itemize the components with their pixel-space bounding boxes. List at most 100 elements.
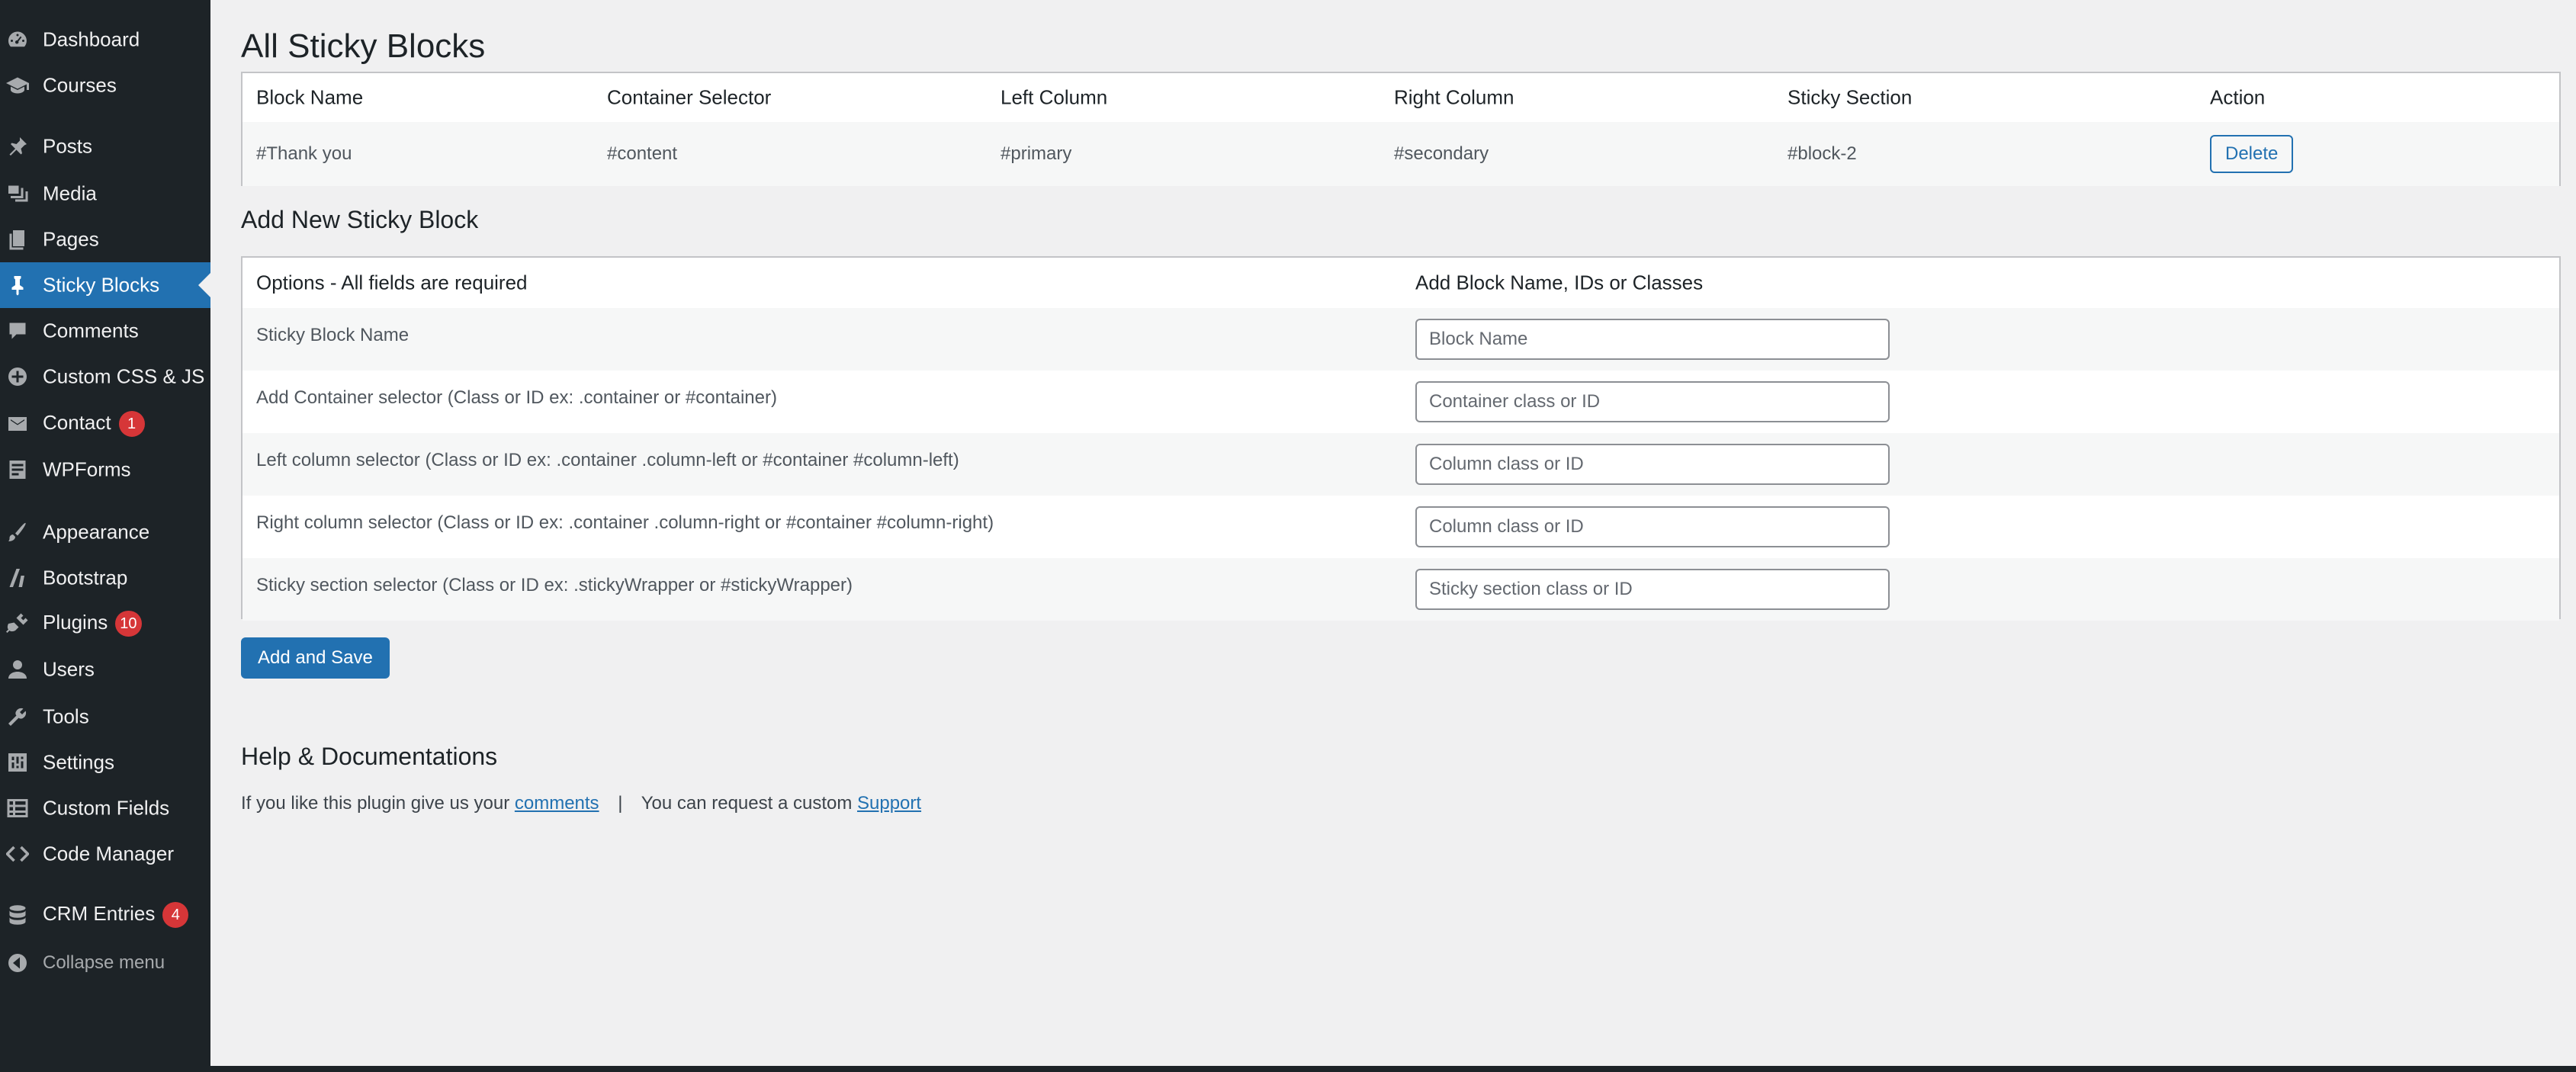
help-text-part2: You can request a custom (641, 793, 853, 814)
sidebar-item-comments[interactable]: Comments (0, 308, 210, 354)
option-row-right-column: Right column selector (Class or ID ex: .… (243, 496, 2559, 558)
sidebar-item-label: Posts (43, 134, 93, 158)
pages-icon (6, 228, 29, 251)
sidebar-item-label: Media (43, 181, 97, 205)
sidebar-item-label: WPForms (43, 457, 131, 481)
sidebar-item-code-manager[interactable]: Code Manager (0, 831, 210, 877)
options-header-right: Add Block Name, IDs or Classes (1415, 271, 1704, 294)
option-row-left-column: Left column selector (Class or ID ex: .c… (243, 433, 2559, 496)
comment-icon (6, 319, 29, 342)
block-name-input[interactable] (1415, 319, 1890, 360)
field-label: Sticky section selector (Class or ID ex:… (256, 575, 853, 595)
sidebar-item-posts[interactable]: Posts (0, 124, 210, 169)
sidebar-item-tools[interactable]: Tools (0, 694, 210, 740)
sidebar-item-users[interactable]: Users (0, 647, 210, 692)
sidebar-item-label: CRM Entries 4 (43, 902, 189, 929)
sidebar-item-label: Users (43, 657, 95, 681)
sidebar-item-label: Collapse menu (43, 952, 165, 973)
options-header: Options - All fields are required Add Bl… (243, 258, 2559, 310)
database-icon (6, 903, 29, 926)
sidebar-item-label: Pages (43, 227, 99, 251)
sidebar-item-media[interactable]: Media (0, 171, 210, 217)
help-text-part1: If you like this plugin give us your (241, 793, 510, 814)
help-heading: Help & Documentations (241, 743, 498, 770)
code-icon (6, 843, 29, 865)
sidebar-item-appearance[interactable]: Appearance (0, 509, 210, 555)
plus-circle-icon (6, 365, 29, 388)
comments-link[interactable]: comments (515, 793, 599, 814)
support-link[interactable]: Support (857, 793, 921, 814)
option-row-sticky-section: Sticky section selector (Class or ID ex:… (243, 558, 2559, 621)
column-header-block-name: Block Name (256, 85, 364, 109)
delete-button[interactable]: Delete (2210, 135, 2294, 173)
sidebar-item-crm-entries[interactable]: CRM Entries 4 (0, 892, 210, 938)
sidebar-item-label: Plugins 10 (43, 611, 142, 637)
sticky-section-input[interactable] (1415, 569, 1890, 610)
add-new-heading: Add New Sticky Block (241, 206, 479, 233)
sidebar-item-sticky-blocks[interactable]: Sticky Blocks (0, 262, 210, 308)
sidebar-item-label: Custom CSS & JS (43, 364, 205, 388)
cell-block-name: #Thank you (256, 143, 352, 164)
sidebar-item-custom-fields[interactable]: Custom Fields (0, 785, 210, 831)
paintbrush-icon (6, 521, 29, 544)
collapse-menu-button[interactable]: Collapse menu (0, 940, 210, 986)
mail-icon (6, 412, 29, 435)
pin-icon (6, 135, 29, 158)
form-icon (6, 458, 29, 481)
table-row: #Thank you #content #primary #secondary … (243, 122, 2559, 186)
sidebar-item-bootstrap[interactable]: Bootstrap (0, 555, 210, 601)
container-selector-input[interactable] (1415, 381, 1890, 422)
cell-right-column: #secondary (1394, 143, 1489, 164)
sidebar-item-settings[interactable]: Settings (0, 740, 210, 785)
collapse-icon (6, 952, 29, 974)
column-header-action: Action (2210, 85, 2266, 109)
table-header: Block Name Container Selector Left Colum… (243, 73, 2559, 124)
settings-icon (6, 751, 29, 774)
page-title: All Sticky Blocks (241, 27, 486, 65)
wrench-icon (6, 705, 29, 728)
pin-icon (6, 274, 29, 297)
sidebar-item-label: Sticky Blocks (43, 273, 160, 297)
sticky-blocks-table: Block Name Container Selector Left Colum… (241, 72, 2561, 186)
sidebar-item-custom-css-js[interactable]: Custom CSS & JS (0, 354, 210, 400)
option-row-block-name: Sticky Block Name (243, 308, 2559, 371)
media-icon (6, 182, 29, 205)
option-row-container: Add Container selector (Class or ID ex: … (243, 371, 2559, 433)
sidebar-item-label: Courses (43, 73, 117, 97)
cell-container-selector: #content (607, 143, 678, 164)
column-header-container-selector: Container Selector (607, 85, 772, 109)
options-header-left: Options - All fields are required (256, 271, 528, 294)
grid-icon (6, 797, 29, 820)
sidebar-item-courses[interactable]: Courses (0, 63, 210, 108)
sidebar-item-label: Contact 1 (43, 411, 145, 438)
options-table: Options - All fields are required Add Bl… (241, 256, 2561, 621)
main-content: All Sticky Blocks Block Name Container S… (210, 0, 2576, 1066)
admin-sidebar: Dashboard Courses Posts Media Pages Stic… (0, 0, 210, 1072)
sidebar-item-wpforms[interactable]: WPForms (0, 447, 210, 493)
column-header-sticky-section: Sticky Section (1787, 85, 1913, 109)
cell-sticky-section: #block-2 (1787, 143, 1857, 164)
right-column-input[interactable] (1415, 506, 1890, 547)
field-label: Right column selector (Class or ID ex: .… (256, 512, 994, 533)
plug-icon (6, 612, 29, 635)
notification-badge: 10 (115, 611, 142, 637)
separator: | (618, 793, 623, 814)
sidebar-item-contact[interactable]: Contact 1 (0, 401, 210, 447)
dashboard-icon (6, 28, 29, 51)
sidebar-item-label: Custom Fields (43, 796, 170, 820)
sidebar-item-plugins[interactable]: Plugins 10 (0, 601, 210, 647)
user-icon (6, 658, 29, 681)
column-header-right-column: Right Column (1394, 85, 1514, 109)
field-label: Add Container selector (Class or ID ex: … (256, 387, 777, 408)
sidebar-item-label: Bootstrap (43, 566, 128, 589)
sidebar-item-dashboard[interactable]: Dashboard (0, 17, 210, 63)
sidebar-item-pages[interactable]: Pages (0, 217, 210, 262)
help-text: If you like this plugin give us your com… (241, 793, 921, 814)
notification-badge: 1 (118, 411, 145, 438)
left-column-input[interactable] (1415, 444, 1890, 485)
field-label: Left column selector (Class or ID ex: .c… (256, 450, 959, 470)
sidebar-item-label: Settings (43, 750, 114, 774)
add-and-save-button[interactable]: Add and Save (241, 637, 390, 679)
graduation-cap-icon (6, 74, 29, 97)
sidebar-item-label: Code Manager (43, 842, 174, 865)
